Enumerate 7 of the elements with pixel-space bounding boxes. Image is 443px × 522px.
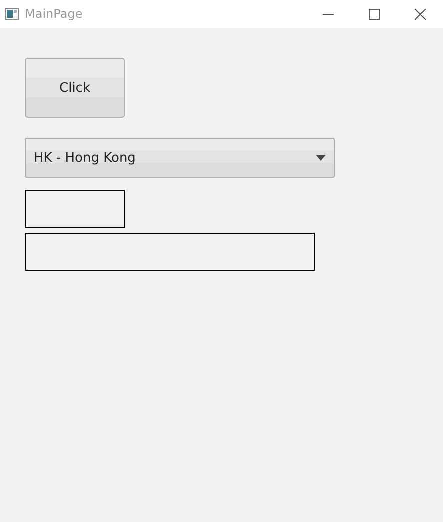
caret-icon xyxy=(316,155,326,161)
window-title: MainPage xyxy=(25,7,83,21)
country-dropdown[interactable]: HK - Hong Kong xyxy=(25,138,335,178)
app-icon xyxy=(5,8,19,20)
maximize-icon xyxy=(368,8,380,20)
click-button[interactable]: Click xyxy=(25,58,125,118)
close-icon xyxy=(414,8,426,20)
